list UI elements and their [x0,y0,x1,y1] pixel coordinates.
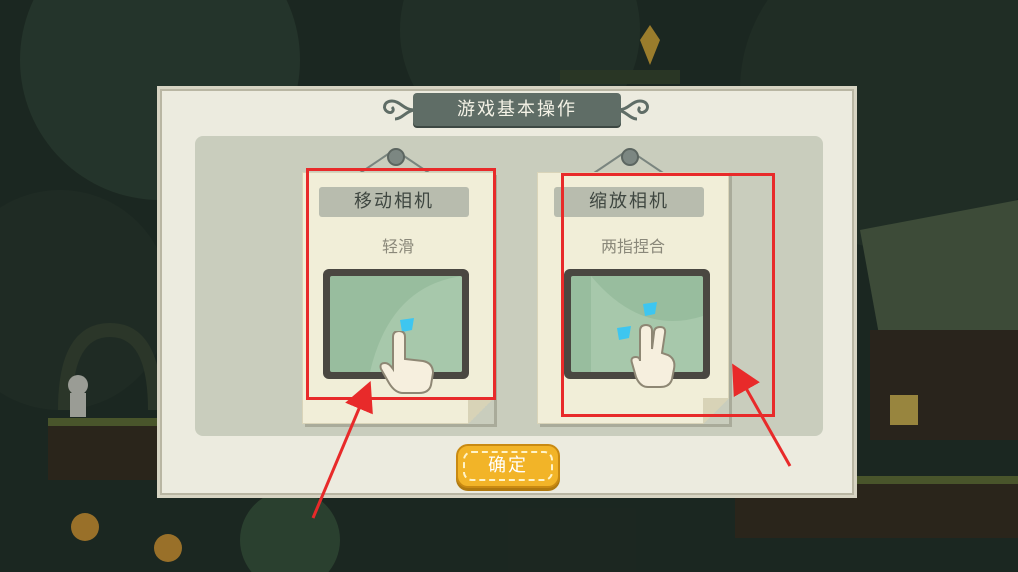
arrow-to-zoom-camera [732,363,792,467]
annotation-arrows [311,363,792,519]
arrow-to-move-camera [311,380,373,519]
